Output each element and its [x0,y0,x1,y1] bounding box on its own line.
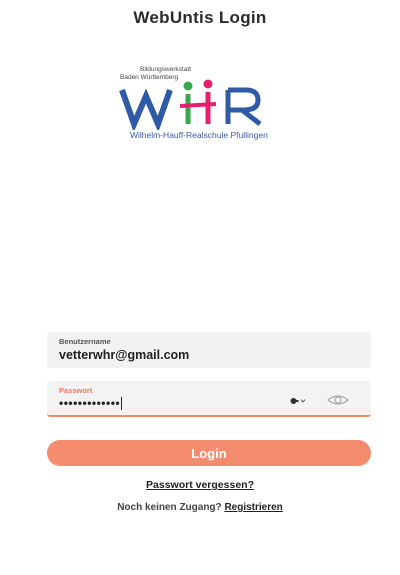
page-title: WebUntis Login [133,8,267,27]
school-logo: Bildungswerkstatt Baden Württemberg Wilh… [110,60,310,145]
password-dots: ••••••••••••• [59,396,121,410]
no-access-text: Noch keinen Zugang? [117,502,222,513]
whr-logo-mark [119,79,262,130]
register-link[interactable]: Registrieren [224,502,282,513]
register-line: Noch keinen Zugang? Registrieren [0,502,400,513]
text-caret [121,397,123,411]
logo-school-name: Wilhelm-Hauff-Realschule Pfullingen [130,130,268,140]
eye-icon[interactable] [327,393,349,411]
password-value[interactable]: ••••••••••••• [59,396,123,411]
username-field[interactable]: Benutzername vetterwhr@gmail.com [47,332,371,368]
username-value[interactable]: vetterwhr@gmail.com [59,348,189,362]
password-field[interactable]: Passwort ••••••••••••• [47,381,371,417]
forgot-password-link[interactable]: Passwort vergessen? [0,479,400,491]
username-label: Benutzername [59,337,111,346]
password-label: Passwort [59,386,93,395]
key-icon[interactable] [290,396,306,408]
login-button[interactable]: Login [47,440,371,466]
